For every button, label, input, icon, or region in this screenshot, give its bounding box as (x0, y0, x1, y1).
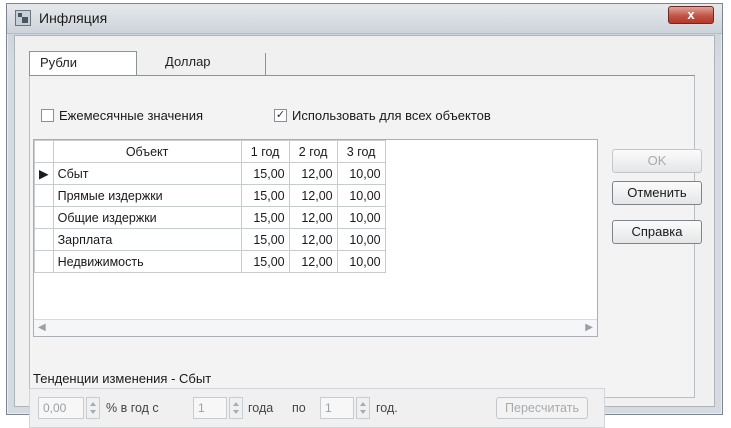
year-1-cell[interactable]: 15,00 (240, 228, 290, 251)
year-2-cell[interactable]: 12,00 (288, 228, 338, 251)
from-year-input[interactable]: 1 (193, 397, 227, 419)
monthly-values-label: Ежемесячные значения (59, 108, 204, 123)
row-indicator (34, 206, 54, 229)
year-3-cell[interactable]: 10,00 (336, 162, 386, 185)
year-3-cell[interactable]: 10,00 (336, 228, 386, 251)
all-objects-label: Использовать для всех объектов (292, 108, 491, 123)
table-row[interactable]: Прямые издержки 15,00 12,00 10,00 (34, 184, 386, 207)
table-row[interactable]: Недвижимость 15,00 12,00 10,00 (34, 250, 386, 273)
column-header-object[interactable]: Объект (52, 140, 242, 163)
objects-table: Объект 1 год 2 год 3 год ▶ Сбыт 15,00 12… (34, 140, 386, 273)
year-1-cell[interactable]: 15,00 (240, 184, 290, 207)
year-1-cell[interactable]: 15,00 (240, 162, 290, 185)
row-indicator-header (34, 140, 54, 163)
table-row[interactable]: Зарплата 15,00 12,00 10,00 (34, 228, 386, 251)
year-2-cell[interactable]: 12,00 (288, 184, 338, 207)
year-3-cell[interactable]: 10,00 (336, 184, 386, 207)
window-title: Инфляция (39, 10, 108, 26)
object-cell[interactable]: Недвижимость (52, 250, 242, 273)
objects-grid[interactable]: Объект 1 год 2 год 3 год ▶ Сбыт 15,00 12… (33, 139, 598, 337)
monthly-values-option[interactable]: Ежемесячные значения (41, 108, 203, 123)
tab-divider (265, 53, 266, 75)
to-year-spinner[interactable] (356, 397, 370, 419)
to-year-prefix: по (292, 401, 306, 415)
column-header-year-1[interactable]: 1 год (240, 140, 290, 163)
inflation-dialog: Инфляция x Рубли Доллар Ежемесячные знач… (6, 3, 723, 428)
help-button[interactable]: Справка (612, 220, 702, 244)
horizontal-scrollbar[interactable]: ◀ ▶ (34, 319, 597, 336)
rate-spinner[interactable] (86, 397, 100, 419)
cancel-button[interactable]: Отменить (612, 181, 702, 205)
recalculate-button[interactable]: Пересчитать (496, 397, 588, 419)
grid-header-row: Объект 1 год 2 год 3 год (34, 140, 386, 163)
close-button[interactable]: x (668, 6, 714, 24)
ok-button[interactable]: OK (612, 149, 702, 173)
app-icon (15, 10, 31, 26)
row-indicator (34, 228, 54, 251)
all-objects-option[interactable]: ✓ Использовать для всех объектов (274, 108, 491, 123)
monthly-values-checkbox[interactable] (41, 109, 54, 122)
title-bar: Инфляция x (7, 4, 722, 34)
current-row-marker-icon: ▶ (34, 162, 54, 185)
rate-suffix-label: % в год с (106, 401, 159, 415)
from-year-spinner[interactable] (229, 397, 243, 419)
object-cell[interactable]: Прямые издержки (52, 184, 242, 207)
scroll-right-icon[interactable]: ▶ (585, 322, 593, 333)
rate-input[interactable]: 0,00 (38, 397, 84, 419)
year-1-cell[interactable]: 15,00 (240, 250, 290, 273)
all-objects-checkbox[interactable]: ✓ (274, 109, 287, 122)
row-indicator (34, 250, 54, 273)
year-3-cell[interactable]: 10,00 (336, 250, 386, 273)
year-1-cell[interactable]: 15,00 (240, 206, 290, 229)
trend-label: Тенденции изменения - Сбыт (33, 371, 212, 386)
from-year-label: года (248, 401, 274, 415)
to-year-suffix: год. (376, 401, 398, 415)
scroll-left-icon[interactable]: ◀ (38, 322, 46, 333)
dialog-body: Рубли Доллар Ежемесячные значения ✓ Испо… (14, 35, 715, 428)
tab-dollar[interactable]: Доллар (155, 51, 257, 75)
year-2-cell[interactable]: 12,00 (288, 250, 338, 273)
tab-rubles[interactable]: Рубли (29, 51, 137, 75)
object-cell[interactable]: Зарплата (52, 228, 242, 251)
to-year-input[interactable]: 1 (320, 397, 354, 419)
year-2-cell[interactable]: 12,00 (288, 206, 338, 229)
row-indicator (34, 184, 54, 207)
year-3-cell[interactable]: 10,00 (336, 206, 386, 229)
table-row[interactable]: ▶ Сбыт 15,00 12,00 10,00 (34, 162, 386, 185)
year-2-cell[interactable]: 12,00 (288, 162, 338, 185)
trend-controls: 0,00 % в год с 1 года по 1 год. Пересчит… (29, 388, 605, 428)
object-cell[interactable]: Общие издержки (52, 206, 242, 229)
column-header-year-2[interactable]: 2 год (288, 140, 338, 163)
table-row[interactable]: Общие издержки 15,00 12,00 10,00 (34, 206, 386, 229)
object-cell[interactable]: Сбыт (52, 162, 242, 185)
column-header-year-3[interactable]: 3 год (336, 140, 386, 163)
